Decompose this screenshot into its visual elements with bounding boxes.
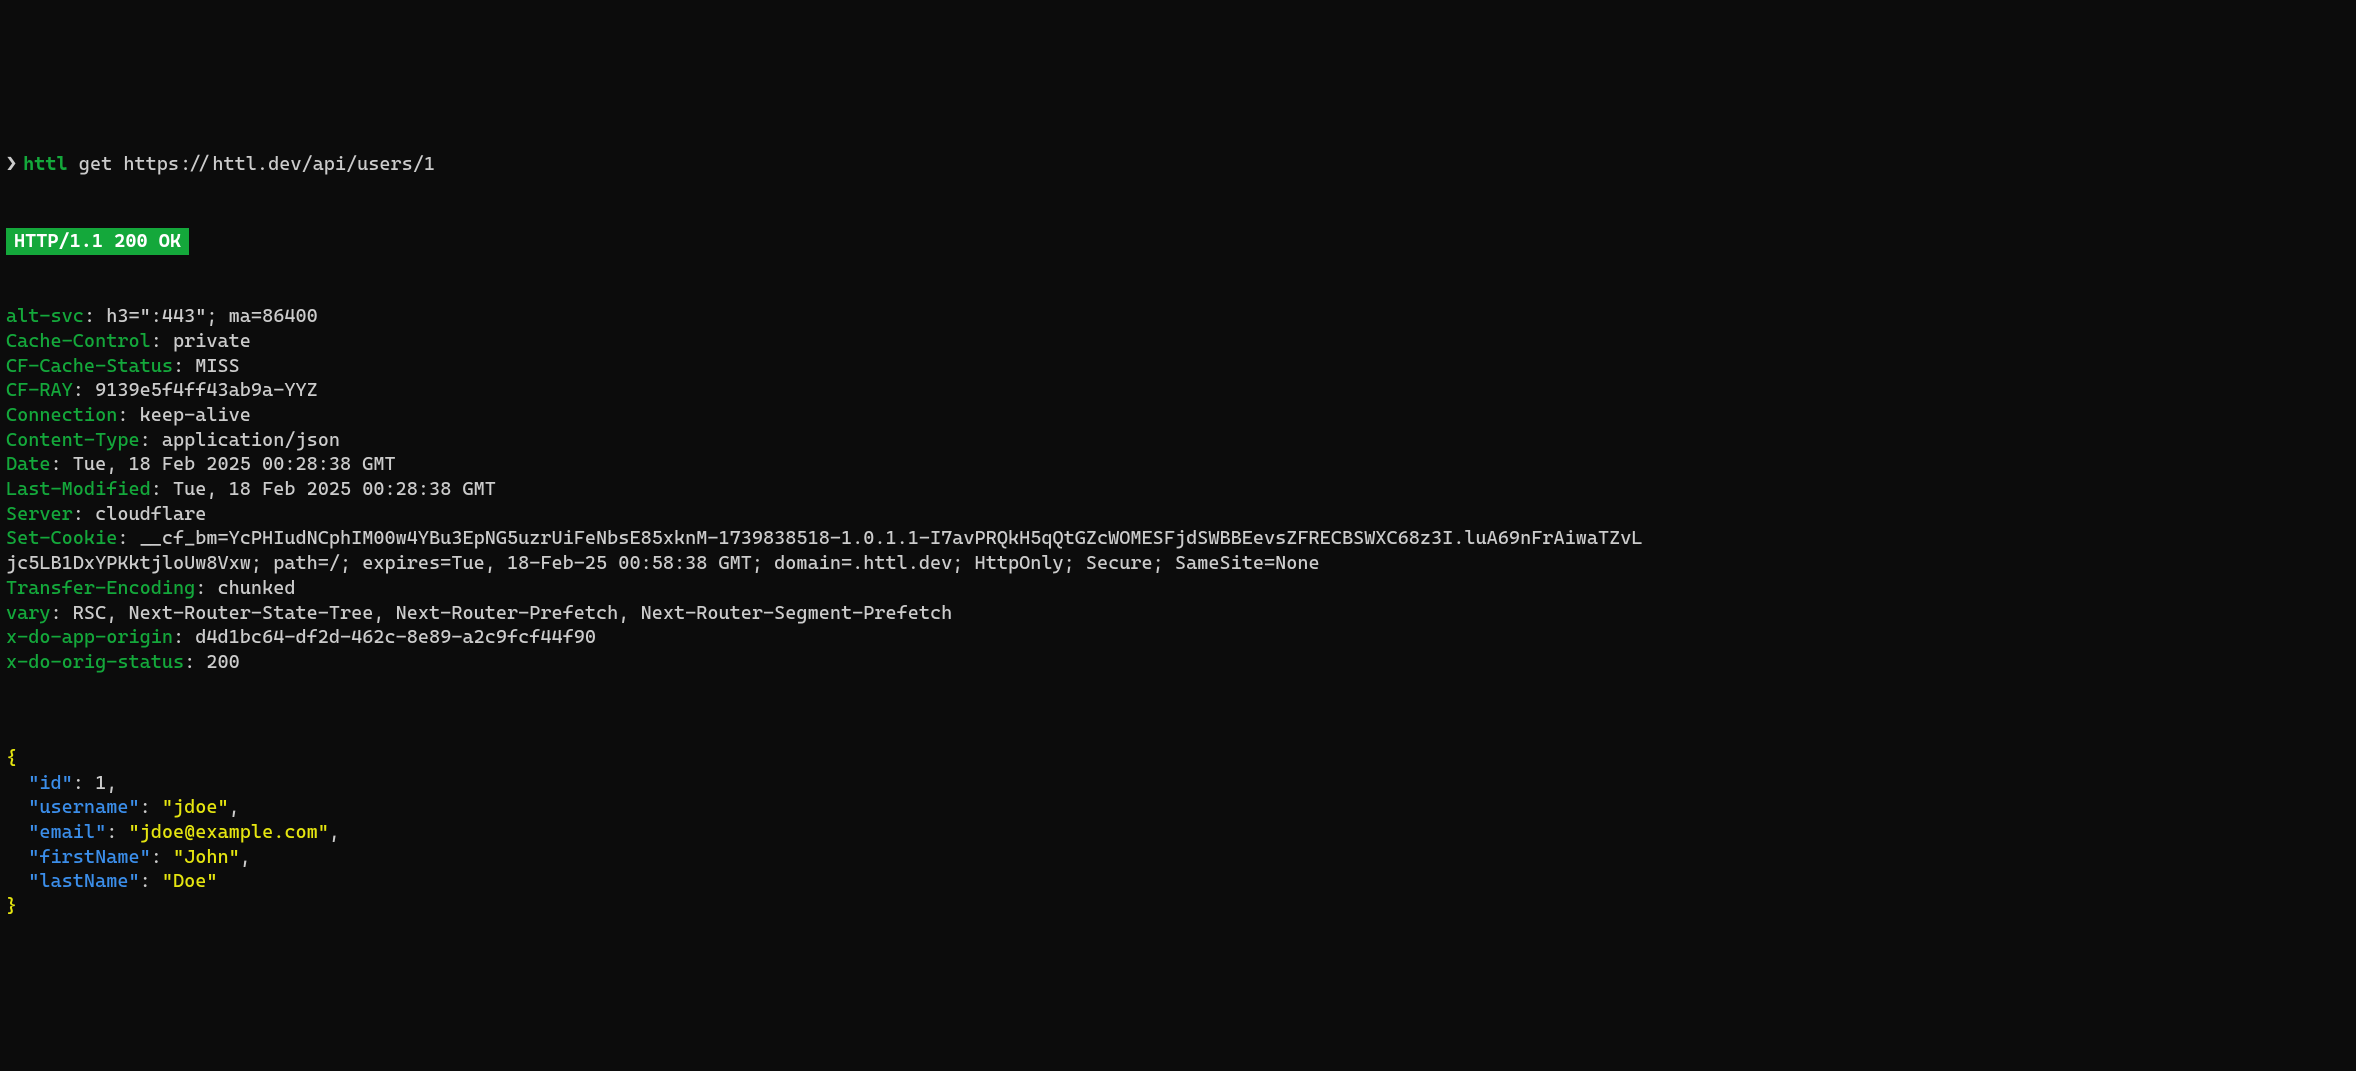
json-key: "username" [28,796,139,818]
json-value: "Doe" [162,870,218,892]
header-line: CF-RAY: 9139e5f4ff43ab9a-YYZ [6,378,2350,403]
header-value: application/json [162,429,340,451]
json-comma: , [240,846,251,868]
header-line: Set-Cookie: __cf_bm=YcPHIudNCphIM00w4YBu… [6,526,2350,551]
json-key: "email" [28,821,106,843]
json-indent [6,870,28,892]
header-value: 9139e5f4ff43ab9a-YYZ [95,379,318,401]
header-line: Last-Modified: Tue, 18 Feb 2025 00:28:38… [6,477,2350,502]
header-separator: : [195,577,217,599]
json-indent [6,796,28,818]
header-separator: : [173,355,195,377]
header-line: Connection: keep-alive [6,403,2350,428]
header-key: alt-svc [6,305,84,327]
json-separator: : [140,870,162,892]
header-separator: : [73,379,95,401]
header-key: Transfer-Encoding [6,577,195,599]
header-separator: : [117,527,139,549]
header-line: vary: RSC, Next-Router-State-Tree, Next-… [6,601,2350,626]
header-separator: : [51,602,73,624]
json-key: "id" [28,772,73,794]
json-value: "jdoe@example.com" [128,821,328,843]
header-key: x-do-orig-status [6,651,184,673]
header-separator: : [73,503,95,525]
status-line: HTTP/1.1 200 OK [6,226,2350,255]
header-separator: : [51,453,73,475]
header-value: cloudflare [95,503,206,525]
json-property-line: "firstName": "John", [6,845,2350,870]
json-value: "jdoe" [162,796,229,818]
header-line: Cache-Control: private [6,329,2350,354]
json-close-brace: } [6,895,17,917]
header-separator: : [117,404,139,426]
header-line: alt-svc: h3=":443"; ma=86400 [6,304,2350,329]
prompt-symbol: ❯ [6,152,17,177]
json-separator: : [106,821,128,843]
header-key: Connection [6,404,117,426]
header-value: MISS [195,355,240,377]
json-key: "lastName" [28,870,139,892]
header-separator: : [173,626,195,648]
header-line: Transfer-Encoding: chunked [6,576,2350,601]
header-key: x-do-app-origin [6,626,173,648]
json-property-line: "lastName": "Doe" [6,869,2350,894]
header-key: Date [6,453,51,475]
json-value: "John" [173,846,240,868]
header-value: h3=":443"; ma=86400 [106,305,318,327]
header-line: CF-Cache-Status: MISS [6,354,2350,379]
response-body: { "id": 1, "username": "jdoe", "email": … [6,746,2350,919]
http-status-badge: HTTP/1.1 200 OK [6,228,189,255]
json-property-line: "id": 1, [6,771,2350,796]
header-key: Set-Cookie [6,527,117,549]
header-key: Content-Type [6,429,140,451]
command-name: httl [23,152,68,177]
header-value: RSC, Next-Router-State-Tree, Next-Router… [73,602,953,624]
json-key: "firstName" [28,846,150,868]
header-line: Server: cloudflare [6,502,2350,527]
header-line: x-do-app-origin: d4d1bc64-df2d-462c-8e89… [6,625,2350,650]
header-line: Content-Type: application/json [6,428,2350,453]
json-separator: : [73,772,95,794]
response-headers: alt-svc: h3=":443"; ma=86400Cache-Contro… [6,304,2350,674]
header-line: Date: Tue, 18 Feb 2025 00:28:38 GMT [6,452,2350,477]
header-key: Last-Modified [6,478,151,500]
header-value: Tue, 18 Feb 2025 00:28:38 GMT [73,453,396,475]
header-value: d4d1bc64-df2d-462c-8e89-a2c9fcf44f90 [195,626,596,648]
header-key: CF-RAY [6,379,73,401]
header-key: CF-Cache-Status [6,355,173,377]
json-property-line: "username": "jdoe", [6,795,2350,820]
json-indent [6,821,28,843]
header-separator: : [151,478,173,500]
header-value: chunked [218,577,296,599]
command-prompt-line: ❯httl get https://httl.dev/api/users/1 [6,152,2350,177]
header-value: Tue, 18 Feb 2025 00:28:38 GMT [173,478,496,500]
header-value: 200 [206,651,239,673]
json-comma: , [106,772,117,794]
json-value: 1 [95,772,106,794]
json-comma: , [329,821,340,843]
json-separator: : [151,846,173,868]
header-separator: : [84,305,106,327]
json-comma: , [229,796,240,818]
header-value: __cf_bm=YcPHIudNCphIM00w4YBu3EpNG5uzrUiF… [140,527,1643,549]
header-key: Server [6,503,73,525]
header-separator: : [151,330,173,352]
header-value: private [173,330,251,352]
command-args: get https://httl.dev/api/users/1 [68,152,435,177]
header-value: keep-alive [140,404,251,426]
header-value-continuation: jc5LB1DxYPKktjloUw8Vxw; path=/; expires=… [6,552,1320,574]
header-separator: : [140,429,162,451]
json-indent [6,772,28,794]
header-separator: : [184,651,206,673]
json-indent [6,846,28,868]
header-line: x-do-orig-status: 200 [6,650,2350,675]
json-separator: : [140,796,162,818]
terminal-output: ❯httl get https://httl.dev/api/users/1 H… [6,103,2350,944]
header-key: vary [6,602,51,624]
header-line-continuation: jc5LB1DxYPKktjloUw8Vxw; path=/; expires=… [6,551,2350,576]
header-key: Cache-Control [6,330,151,352]
json-open-brace: { [6,747,17,769]
json-property-line: "email": "jdoe@example.com", [6,820,2350,845]
